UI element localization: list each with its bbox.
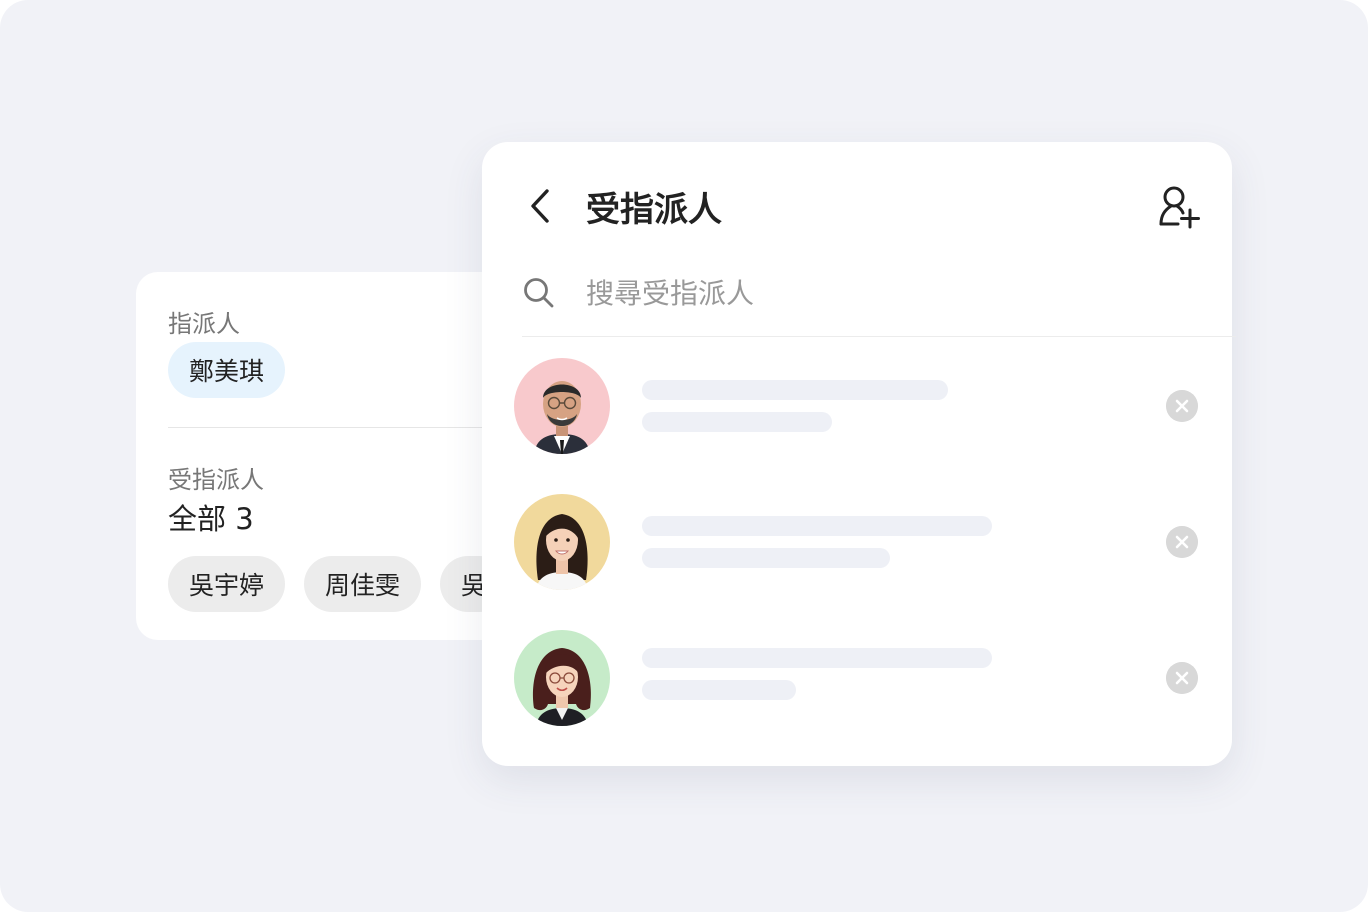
assigner-chip[interactable]: 鄭美琪 xyxy=(168,342,286,398)
task-details-card: 指派人 鄭美琪 受指派人 全部 3 吳宇婷 周佳雯 吳 xyxy=(136,272,516,640)
add-person-icon[interactable] xyxy=(1156,184,1202,230)
assignee-list-item[interactable] xyxy=(482,630,1232,730)
assignee-chip[interactable]: 吳宇婷 xyxy=(168,556,286,612)
avatar-woman-long-hair-icon xyxy=(514,494,610,590)
assigner-label: 指派人 xyxy=(168,310,240,338)
assignee-chip[interactable]: 周佳雯 xyxy=(304,556,422,612)
assignee-picker-panel: 受指派人 xyxy=(482,142,1236,766)
remove-icon[interactable] xyxy=(1166,662,1198,694)
name-placeholder-bar xyxy=(642,516,992,536)
assignee-label: 受指派人 xyxy=(168,466,264,494)
back-arrow-icon[interactable] xyxy=(522,186,562,226)
search-divider xyxy=(522,336,1236,337)
assignee-count: 全部 3 xyxy=(168,502,254,536)
section-divider xyxy=(168,427,516,428)
name-placeholder-bar xyxy=(642,380,948,400)
assignee-list-item[interactable] xyxy=(482,358,1232,458)
assignee-list-item[interactable] xyxy=(482,494,1232,594)
remove-icon[interactable] xyxy=(1166,390,1198,422)
remove-icon[interactable] xyxy=(1166,526,1198,558)
detail-placeholder-bar xyxy=(642,548,890,568)
panel-title: 受指派人 xyxy=(586,190,722,230)
search-icon xyxy=(524,278,554,308)
detail-placeholder-bar xyxy=(642,680,796,700)
search-input[interactable] xyxy=(582,270,1150,316)
detail-placeholder-bar xyxy=(642,412,832,432)
name-placeholder-bar xyxy=(642,648,992,668)
avatar-woman-glasses-icon xyxy=(514,630,610,726)
avatar-man-glasses-icon xyxy=(514,358,610,454)
